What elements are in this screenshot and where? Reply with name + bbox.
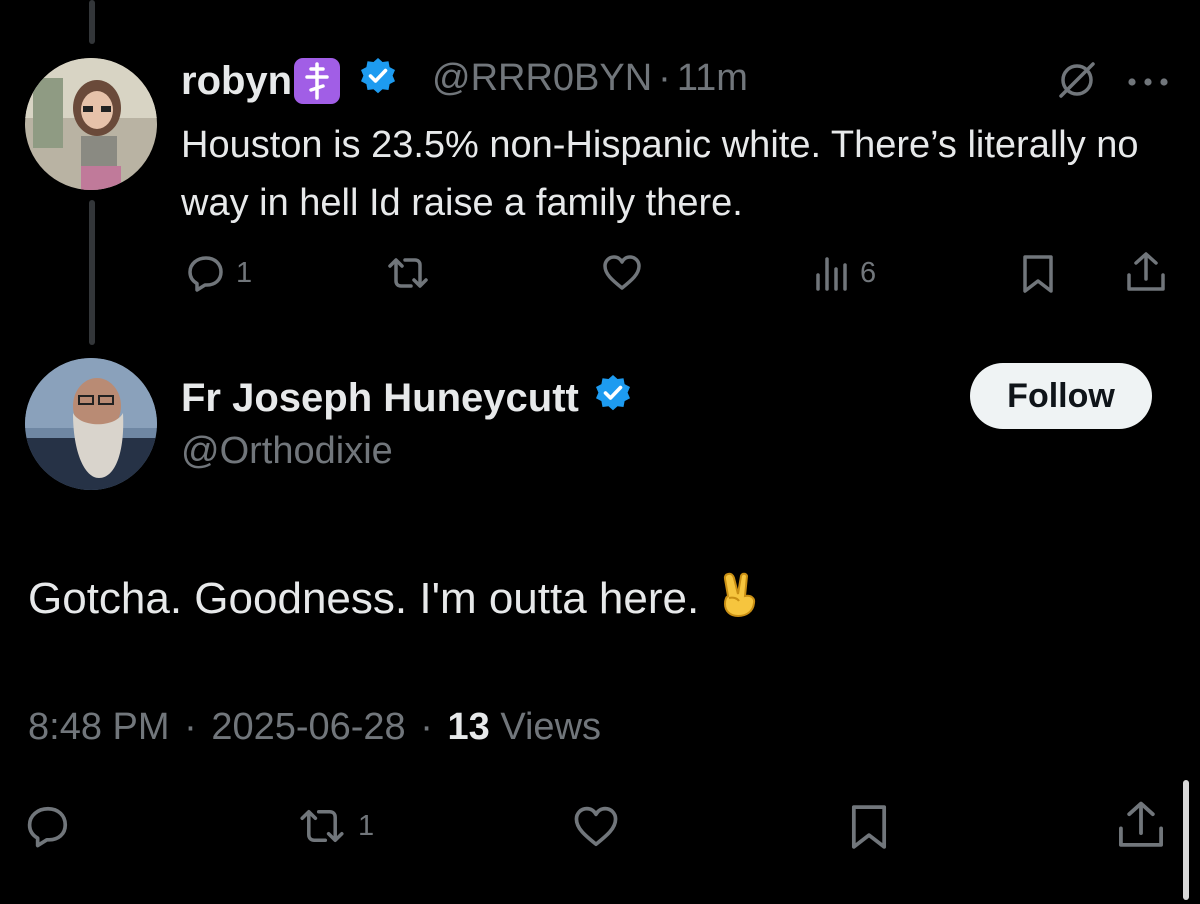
parent-like-button[interactable] — [601, 253, 643, 293]
parent-author-name[interactable]: robyn — [181, 56, 398, 106]
parent-time[interactable]: 11m — [677, 57, 748, 99]
parent-bookmark-button[interactable] — [1020, 253, 1056, 295]
main-tweet-text-row: Gotcha. Goodness. I'm outta here. — [28, 570, 759, 628]
parent-share-button[interactable] — [1125, 251, 1167, 295]
main-tweet-text: Gotcha. Goodness. I'm outta here. — [28, 574, 700, 623]
separator: · — [658, 57, 671, 99]
scrollbar[interactable] — [1183, 780, 1189, 900]
parent-handle-time: @RRR0BYN · 11m — [432, 57, 748, 100]
separator: · — [184, 706, 197, 748]
main-like-button[interactable] — [571, 804, 621, 850]
parent-views-count: 6 — [860, 256, 877, 289]
parent-handle[interactable]: @RRR0BYN — [432, 57, 652, 99]
retweet-icon — [388, 258, 428, 288]
orthodox-cross-icon — [294, 58, 341, 104]
thread-line-bottom — [89, 200, 95, 345]
tweet-date[interactable]: 2025-06-28 — [211, 706, 405, 748]
verified-badge-icon — [358, 56, 398, 106]
main-retweet-count: 1 — [358, 809, 375, 842]
like-icon — [603, 255, 641, 290]
avatar[interactable] — [25, 58, 157, 190]
main-share-button[interactable] — [1116, 800, 1166, 852]
main-avatar[interactable] — [25, 358, 157, 490]
parent-author-name-text[interactable]: robyn — [181, 59, 292, 104]
bookmark-icon — [851, 805, 887, 849]
reply-icon — [188, 256, 223, 292]
parent-retweet-button[interactable] — [385, 253, 431, 293]
parent-views-button[interactable]: 6 — [814, 253, 876, 293]
like-icon — [574, 806, 618, 847]
bookmark-icon — [1023, 255, 1053, 293]
views-count: 13 — [447, 706, 490, 748]
main-retweet-button[interactable]: 1 — [296, 804, 374, 848]
views-label: Views — [500, 706, 602, 748]
separator: · — [420, 706, 433, 748]
more-icon[interactable] — [1127, 74, 1169, 92]
retweet-icon — [300, 809, 344, 843]
main-bookmark-button[interactable] — [848, 802, 890, 852]
views-icon — [816, 257, 847, 291]
tweet-time[interactable]: 8:48 PM — [28, 706, 170, 748]
reply-icon — [27, 806, 68, 848]
main-handle[interactable]: @Orthodixie — [181, 430, 393, 473]
thread-line-top — [89, 0, 95, 44]
share-icon — [1119, 801, 1163, 847]
main-reply-button[interactable] — [25, 803, 71, 849]
main-author-name[interactable]: Fr Joseph Huneycutt — [181, 373, 633, 423]
share-icon — [1127, 252, 1165, 291]
grok-icon[interactable] — [1057, 60, 1097, 105]
parent-tweet-text: Houston is 23.5% non-Hispanic white. The… — [181, 124, 1139, 224]
tweet-meta: 8:48 PM · 2025-06-28 · 13 Views — [28, 706, 601, 749]
victory-hand-icon — [719, 570, 759, 628]
follow-button[interactable]: Follow — [970, 363, 1152, 429]
parent-reply-count: 1 — [236, 256, 253, 289]
main-author-name-text[interactable]: Fr Joseph Huneycutt — [181, 376, 579, 421]
verified-badge-icon — [593, 373, 633, 423]
parent-reply-button[interactable]: 1 — [186, 253, 252, 293]
